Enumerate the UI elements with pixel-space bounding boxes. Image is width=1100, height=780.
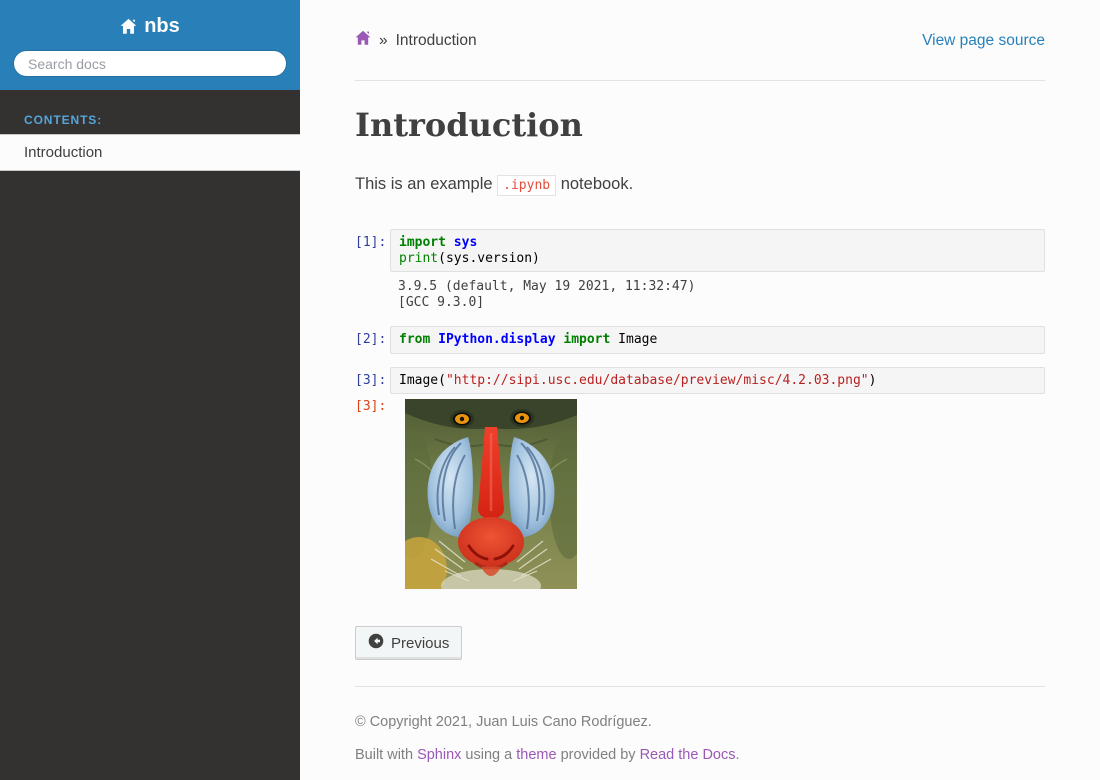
content-divider [355,686,1045,687]
built-with-period: . [736,747,740,763]
previous-button[interactable]: Previous [355,626,462,660]
cell-2-input-area: from IPython.display import Image [390,326,1045,354]
sidebar-item-label: Introduction [24,144,102,161]
cell-1-output-row: 3.9.5 (default, May 19 2021, 11:32:47) [… [355,279,1045,310]
code-token-module: IPython.display [438,332,555,347]
code-line: from IPython.display import Image [399,332,1036,348]
output-image-mandrill [405,399,577,589]
code-token-module: sys [454,235,477,250]
sidebar-menu-list: Introduction [0,134,300,171]
code-token-builtin: print [399,251,438,266]
breadcrumb-home-link[interactable] [355,30,371,51]
cell-2-input-row: [2]: from IPython.display import Image [355,326,1045,354]
intro-paragraph: This is an example .ipynb notebook. [355,172,1045,198]
code-token-plain: Image [618,332,657,347]
breadcrumb-separator: » [379,32,388,50]
cell-3-input-area: Image("http://sipi.usc.edu/database/prev… [390,367,1045,395]
output-line: 3.9.5 (default, May 19 2021, 11:32:47) [398,279,1037,295]
footer-navigation: Previous [355,626,1045,660]
code-line: print(sys.version) [399,251,1036,267]
cell-1-input-prompt: [1]: [355,229,390,251]
cell-1-output-area: 3.9.5 (default, May 19 2021, 11:32:47) [… [390,279,1045,310]
search-input[interactable] [13,50,287,77]
breadcrumb: » Introduction View page source [355,30,1045,81]
breadcrumb-trail: » Introduction [355,30,477,51]
sidebar-brand-link[interactable]: nbs [13,12,287,40]
cell-3-input-prompt: [3]: [355,367,390,389]
intro-text-post: notebook. [556,175,633,193]
view-page-source-link[interactable]: View page source [922,32,1045,50]
code-token-keyword: import [556,332,619,347]
search-wrap [13,50,287,77]
home-icon [120,18,137,35]
cell-1-input-area: import sys print(sys.version) [390,229,1045,272]
home-icon [355,30,371,51]
code-token-plain: Image( [399,373,446,388]
built-with-mid2: provided by [557,747,640,763]
built-with-text: Built with Sphinx using a theme provided… [355,747,1045,763]
sidebar-menu: CONTENTS: Introduction [0,90,300,171]
cell-3-input-row: [3]: Image("http://sipi.usc.edu/database… [355,367,1045,395]
built-with-mid1: using a [461,747,516,763]
page-title: Introduction [355,106,1045,144]
cell-1-input-row: [1]: import sys print(sys.version) [355,229,1045,272]
code-token-string: "http://sipi.usc.edu/database/preview/mi… [446,373,869,388]
built-with-pre: Built with [355,747,417,763]
arrow-circle-left-icon [368,633,384,653]
previous-button-label: Previous [391,635,449,652]
output-line: [GCC 9.3.0] [398,295,1037,311]
code-token-keyword: import [399,235,454,250]
app-window: nbs CONTENTS: Introduction [0,0,1100,780]
intro-text-pre: This is an example [355,175,497,193]
read-the-docs-link[interactable]: Read the Docs [640,747,736,763]
copyright-text: © Copyright 2021, Juan Luis Cano Rodrígu… [355,714,1045,730]
cell-3-output-row: [3]: [355,399,1045,589]
theme-link[interactable]: theme [516,747,556,763]
contents-label: CONTENTS: [0,113,300,127]
cell-1-output-prompt-empty [355,279,390,285]
code-line: import sys [399,235,1036,251]
code-token-keyword: from [399,332,438,347]
cell-2-input-prompt: [2]: [355,326,390,348]
main-content: » Introduction View page source Introduc… [300,0,1100,780]
sphinx-link[interactable]: Sphinx [417,747,461,763]
ipynb-code-literal: .ipynb [497,175,556,196]
cell-3-output-prompt: [3]: [355,399,390,415]
breadcrumb-current: Introduction [396,32,477,50]
sidebar-header: nbs [0,0,300,90]
code-token-plain: ) [869,373,877,388]
code-token-plain: (sys.version) [438,251,540,266]
sidebar: nbs CONTENTS: Introduction [0,0,300,780]
cell-3-output-area [390,399,1045,589]
page-footer: © Copyright 2021, Juan Luis Cano Rodrígu… [355,714,1045,763]
sidebar-title: nbs [144,15,180,38]
sidebar-item-introduction[interactable]: Introduction [0,134,300,171]
code-line: Image("http://sipi.usc.edu/database/prev… [399,373,1036,389]
notebook-cells: [1]: import sys print(sys.version) 3.9.5… [355,229,1045,589]
